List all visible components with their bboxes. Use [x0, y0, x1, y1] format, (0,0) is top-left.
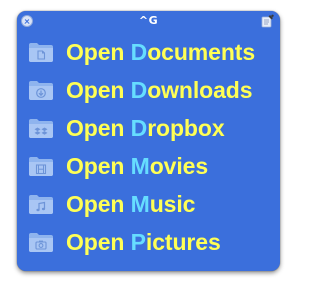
documents-folder-icon: [29, 43, 53, 62]
panel-title: ^G: [138, 14, 159, 27]
list-item-label: Open Dropbox: [66, 115, 225, 141]
downloads-folder-icon: [29, 81, 53, 100]
dropbox-folder-icon: [29, 119, 53, 138]
list-item-open-pictures[interactable]: Open Pictures: [17, 224, 280, 262]
list-item-label: Open Pictures: [66, 229, 221, 255]
list-item-open-music[interactable]: Open Music: [17, 186, 280, 224]
list-item-open-downloads[interactable]: Open Downloads: [17, 72, 280, 110]
title-bar: ^G: [17, 11, 280, 33]
list-item-open-documents[interactable]: Open Documents: [17, 34, 280, 72]
list-item-label: Open Music: [66, 191, 196, 217]
pictures-folder-icon: [29, 233, 53, 252]
settings-icon[interactable]: [261, 14, 275, 28]
music-folder-icon: [29, 195, 53, 214]
list-item-open-dropbox[interactable]: Open Dropbox: [17, 110, 280, 148]
movies-folder-icon: [29, 157, 53, 176]
shortcut-panel: ^G Open Documents Open Downloads Open Dr…: [17, 11, 280, 271]
list-item-label: Open Downloads: [66, 77, 253, 103]
list-item-label: Open Documents: [66, 39, 256, 65]
list-item-open-movies[interactable]: Open Movies: [17, 148, 280, 186]
list-item-label: Open Movies: [66, 153, 209, 179]
